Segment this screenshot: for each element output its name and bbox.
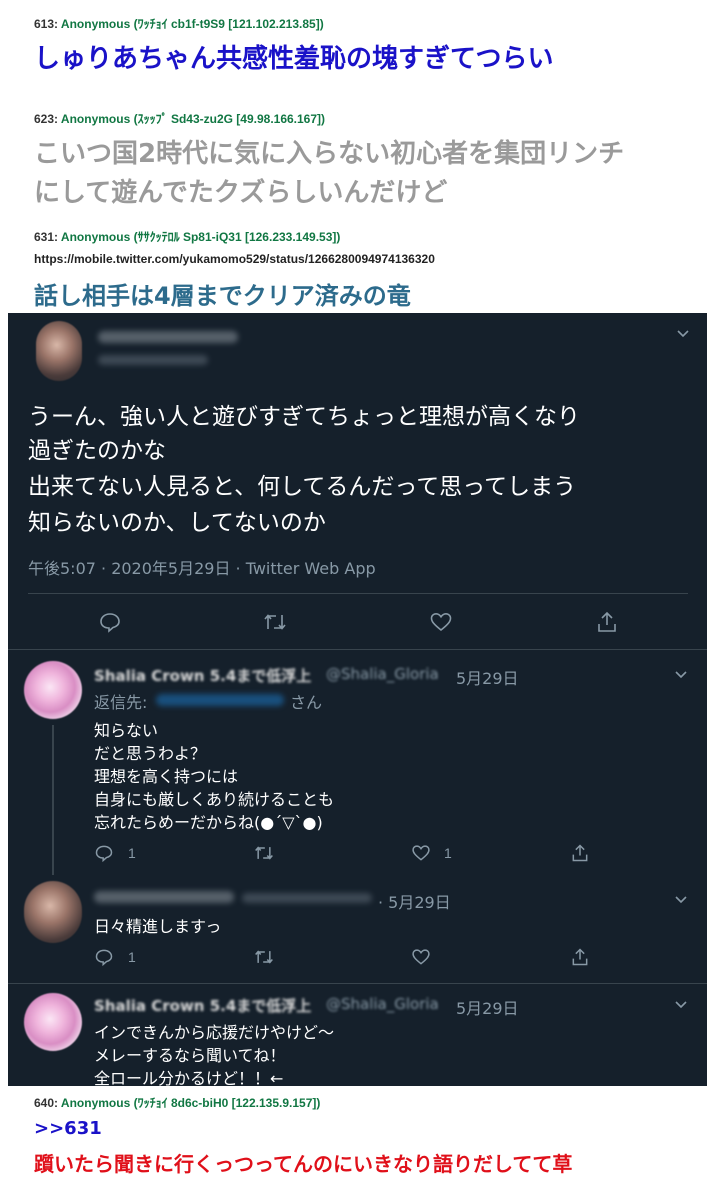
avatar[interactable] xyxy=(24,993,82,1051)
reply-count: 1 xyxy=(128,949,136,965)
blurred-handle xyxy=(98,355,208,365)
reply-count: 1 xyxy=(128,845,136,861)
thread-line xyxy=(52,725,54,875)
reply3-line: メレーするなら聞いてね！ xyxy=(94,1046,286,1065)
blurred-reply-to-handle[interactable] xyxy=(156,694,284,706)
reply-icon[interactable] xyxy=(98,610,122,634)
reply3-handle[interactable]: @Shalia_Gloria xyxy=(326,995,439,1013)
retweet-icon[interactable] xyxy=(253,947,275,967)
blurred-display-name xyxy=(94,891,234,903)
post-body-631: 話し相手は4層までクリア済みの竜 xyxy=(34,282,411,310)
reply-icon[interactable] xyxy=(94,843,114,863)
blurred-display-name xyxy=(98,331,238,343)
post-body-613: しゅりあちゃん共感性羞恥の塊すぎてつらい xyxy=(34,44,554,74)
post-number: 640: xyxy=(34,1096,59,1110)
post-header-613: 613: Anonymous (ﾜｯﾁｮｲ cb1f-t9S9 [121.102… xyxy=(34,15,324,32)
avatar[interactable] xyxy=(24,881,82,943)
retweet-icon[interactable] xyxy=(253,843,275,863)
post-number: 631: xyxy=(34,230,59,244)
reply3-date[interactable]: 5月29日 xyxy=(456,995,519,1019)
poster-id: (ｽｯｯﾌﾟ Sd43-zu2G [49.98.166.167]) xyxy=(133,112,326,126)
post-header-631: 631: Anonymous (ｻｻｸｯﾃﾛﾙ Sp81-iQ31 [126.2… xyxy=(34,228,340,245)
tweet-text-line3: 出来てない人見ると、何してるんだって思ってしまう xyxy=(28,474,577,500)
reply3-line: 全ロール分かるけど！！← xyxy=(94,1069,284,1086)
retweet-icon[interactable] xyxy=(262,610,288,634)
chevron-down-icon[interactable] xyxy=(674,893,688,907)
reply1-line: だと思うわよ？ xyxy=(94,744,207,763)
reply1-date[interactable]: 5月29日 xyxy=(456,665,519,689)
reply1-line: 知らない xyxy=(94,721,159,740)
poster-name: Anonymous xyxy=(60,112,131,126)
like-icon[interactable] xyxy=(411,947,431,967)
like-icon[interactable] xyxy=(429,610,453,634)
tweet-link[interactable]: https://mobile.twitter.com/yukamomo529/s… xyxy=(34,252,435,266)
tweet-text-line2: 過ぎたのかな xyxy=(28,438,166,464)
reply-icon[interactable] xyxy=(94,947,114,967)
poster-id: (ｻｻｸｯﾃﾛﾙ Sp81-iQ31 [126.233.149.53]) xyxy=(133,230,341,244)
tweet-text-line1: うーん、強い人と遊びすぎてちょっと理想が高くなり xyxy=(28,404,580,430)
poster-id: (ﾜｯﾁｮｲ cb1f-t9S9 [121.102.213.85]) xyxy=(133,17,324,31)
post-body-623-line2: にして遊んでたクズらしいんだけど xyxy=(34,178,448,208)
avatar[interactable] xyxy=(36,321,82,381)
reply3-line: インできんから応援だけやけど～ xyxy=(94,1023,335,1042)
post-body-640: 躓いたら聞きに行くっつってんのにいきなり語りだしてて草 xyxy=(34,1152,573,1176)
tweet-text-line4: 知らないのか、してないのか xyxy=(28,510,326,536)
chevron-down-icon[interactable] xyxy=(674,998,688,1012)
reply2-text: 日々精進しますっ xyxy=(94,917,222,936)
poster-id: (ﾜｯﾁｮｲ 8d6c-biH0 [122.135.9.157]) xyxy=(133,1096,321,1110)
poster-name: Anonymous xyxy=(60,17,131,31)
post-number: 623: xyxy=(34,112,59,126)
divider xyxy=(8,983,707,984)
reply1-line: 自身にも厳しくあり続けることも xyxy=(94,790,335,809)
reply3-name[interactable]: Shalia Crown 5.4まで低浮上 xyxy=(94,995,311,1016)
twitter-embed: うーん、強い人と遊びすぎてちょっと理想が高くなり 過ぎたのかな 出来てない人見る… xyxy=(8,313,707,1086)
avatar[interactable] xyxy=(24,661,82,719)
reply1-name[interactable]: Shalia Crown 5.4まで低浮上 xyxy=(94,665,311,686)
reply-anchor-link[interactable]: >>631 xyxy=(34,1118,102,1139)
like-count: 1 xyxy=(444,845,452,861)
reply2-date[interactable]: · 5月29日 xyxy=(378,889,451,913)
reply1-handle[interactable]: @Shalia_Gloria xyxy=(326,665,439,683)
reply-to-suffix: さん xyxy=(290,693,323,712)
post-number: 613: xyxy=(34,17,59,31)
like-icon[interactable] xyxy=(411,843,431,863)
poster-name: Anonymous xyxy=(60,1096,131,1110)
post-body-623-line1: こいつ国2時代に気に入らない初心者を集団リンチ xyxy=(34,139,625,169)
post-header-640: 640: Anonymous (ﾜｯﾁｮｲ 8d6c-biH0 [122.135… xyxy=(34,1094,320,1111)
post-header-623: 623: Anonymous (ｽｯｯﾌﾟ Sd43-zu2G [49.98.1… xyxy=(34,110,325,127)
share-icon[interactable] xyxy=(570,947,590,967)
divider xyxy=(8,649,707,650)
chevron-down-icon[interactable] xyxy=(676,327,690,341)
reply1-line: 忘れたらめーだからね(●´▽`●) xyxy=(94,813,323,832)
poster-name: Anonymous xyxy=(60,230,131,244)
tweet-meta[interactable]: 午後5:07 · 2020年5月29日 · Twitter Web App xyxy=(28,555,376,579)
chevron-down-icon[interactable] xyxy=(674,668,688,682)
divider xyxy=(28,593,688,594)
blurred-handle xyxy=(242,893,372,903)
share-icon[interactable] xyxy=(570,843,590,863)
reply-to-prefix: 返信先: xyxy=(94,693,148,712)
share-icon[interactable] xyxy=(595,610,619,634)
reply1-line: 理想を高く持つには xyxy=(94,767,239,786)
